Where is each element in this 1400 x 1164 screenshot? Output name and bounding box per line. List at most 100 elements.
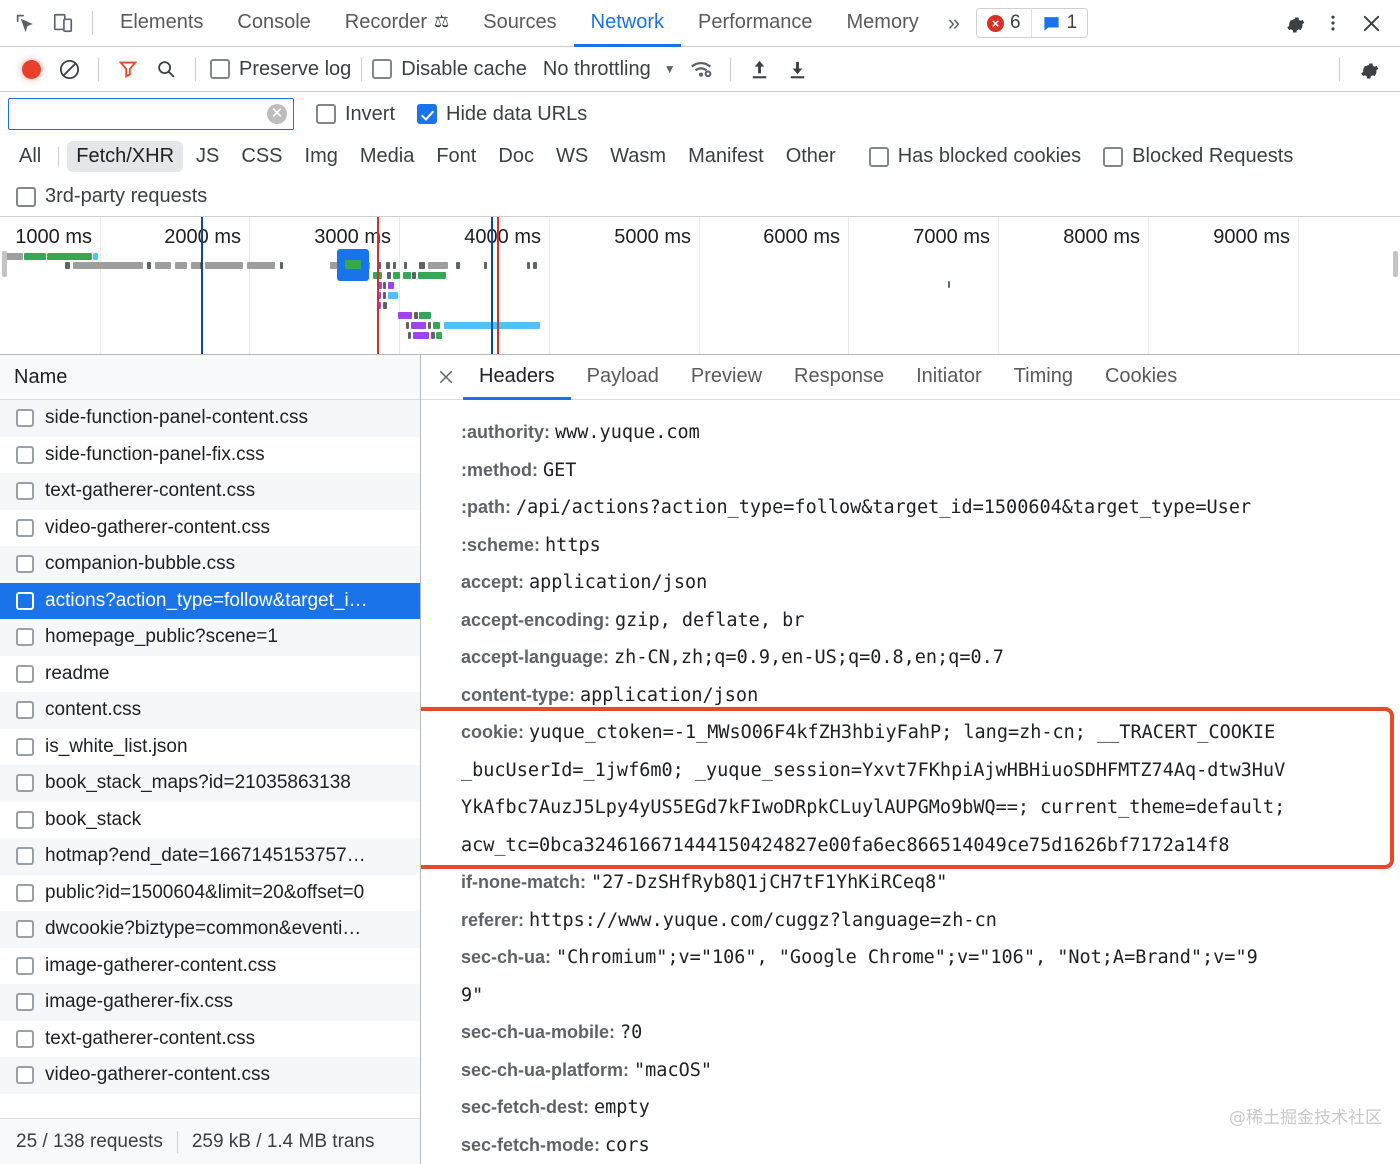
row-checkbox[interactable] bbox=[16, 555, 34, 574]
type-filter-wasm[interactable]: Wasm bbox=[601, 141, 675, 172]
type-filter-img[interactable]: Img bbox=[296, 141, 347, 172]
row-checkbox[interactable] bbox=[16, 810, 34, 829]
tab-network[interactable]: Network bbox=[573, 0, 682, 47]
gear-icon[interactable] bbox=[1276, 4, 1314, 42]
table-row[interactable]: actions?action_type=follow&target_i… bbox=[0, 582, 420, 619]
chevron-double-right-icon[interactable]: » bbox=[936, 10, 972, 36]
type-filter-ws[interactable]: WS bbox=[547, 141, 597, 172]
toggle-device-toolbar-icon[interactable] bbox=[44, 4, 82, 42]
type-filter-js[interactable]: JS bbox=[187, 141, 228, 172]
row-checkbox[interactable] bbox=[16, 993, 34, 1012]
import-har-icon[interactable] bbox=[741, 50, 779, 88]
network-settings-gear-icon[interactable] bbox=[1350, 50, 1388, 88]
row-checkbox[interactable] bbox=[16, 664, 34, 683]
close-icon[interactable] bbox=[1352, 4, 1390, 42]
type-filter-all[interactable]: All bbox=[10, 141, 50, 172]
row-checkbox[interactable] bbox=[16, 737, 34, 756]
preserve-log-checkbox[interactable]: Preserve log bbox=[210, 58, 351, 81]
tab-preview[interactable]: Preview bbox=[675, 355, 778, 400]
row-checkbox[interactable] bbox=[16, 445, 34, 464]
row-checkbox[interactable] bbox=[16, 774, 34, 793]
table-row[interactable]: image-gatherer-fix.css bbox=[0, 984, 420, 1021]
type-filter-manifest[interactable]: Manifest bbox=[679, 141, 773, 172]
table-row[interactable]: text-gatherer-content.css bbox=[0, 1021, 420, 1058]
row-checkbox[interactable] bbox=[16, 628, 34, 647]
type-filter-doc[interactable]: Doc bbox=[489, 141, 543, 172]
row-checkbox[interactable] bbox=[16, 482, 34, 501]
type-filter-media[interactable]: Media bbox=[351, 141, 423, 172]
error-counter[interactable]: × 6 bbox=[977, 9, 1031, 37]
row-checkbox[interactable] bbox=[16, 1066, 34, 1085]
overview-right-handle[interactable] bbox=[1393, 251, 1398, 277]
table-row[interactable]: video-gatherer-content.css bbox=[0, 1057, 420, 1094]
tab-console[interactable]: Console bbox=[220, 0, 327, 47]
table-row[interactable]: text-gatherer-content.css bbox=[0, 473, 420, 510]
tab-sources[interactable]: Sources bbox=[466, 0, 573, 47]
table-row[interactable]: content.css bbox=[0, 692, 420, 729]
row-checkbox[interactable] bbox=[16, 956, 34, 975]
table-row[interactable]: book_stack bbox=[0, 802, 420, 839]
table-row[interactable]: side-function-panel-fix.css bbox=[0, 437, 420, 474]
type-filter-other[interactable]: Other bbox=[777, 141, 845, 172]
row-checkbox[interactable] bbox=[16, 883, 34, 902]
tab-memory[interactable]: Memory bbox=[830, 0, 936, 47]
message-counter[interactable]: 1 bbox=[1030, 9, 1088, 37]
overview-left-handle[interactable] bbox=[2, 251, 7, 277]
table-row[interactable]: public?id=1500604&limit=20&offset=0 bbox=[0, 875, 420, 912]
row-checkbox[interactable] bbox=[16, 518, 34, 537]
table-row[interactable]: hotmap?end_date=1667145153757… bbox=[0, 838, 420, 875]
request-list[interactable]: side-function-panel-content.css side-func… bbox=[0, 400, 420, 1118]
record-button-icon[interactable] bbox=[12, 50, 50, 88]
export-har-icon[interactable] bbox=[779, 50, 817, 88]
tab-initiator[interactable]: Initiator bbox=[900, 355, 998, 400]
search-input[interactable] bbox=[8, 98, 294, 130]
third-party-requests-checkbox[interactable]: 3rd-party requests bbox=[16, 185, 207, 208]
type-filter-font[interactable]: Font bbox=[427, 141, 485, 172]
tab-cookies[interactable]: Cookies bbox=[1089, 355, 1193, 400]
table-row[interactable]: side-function-panel-content.css bbox=[0, 400, 420, 437]
table-row[interactable]: homepage_public?scene=1 bbox=[0, 619, 420, 656]
row-checkbox[interactable] bbox=[16, 591, 34, 610]
row-checkbox[interactable] bbox=[16, 1029, 34, 1048]
close-panel-icon[interactable] bbox=[429, 360, 463, 394]
network-overview-timeline[interactable]: 1000 ms 2000 ms 3000 ms 4000 ms 5000 ms 6000 … bbox=[0, 217, 1400, 355]
request-list-header[interactable]: Name bbox=[0, 355, 420, 400]
blocked-requests-checkbox[interactable]: Blocked Requests bbox=[1103, 145, 1293, 168]
table-row[interactable]: readme bbox=[0, 656, 420, 693]
table-row[interactable]: is_white_list.json bbox=[0, 729, 420, 766]
search-icon[interactable] bbox=[147, 50, 185, 88]
tab-recorder[interactable]: Recorder ⚖ bbox=[328, 0, 467, 47]
row-checkbox[interactable] bbox=[16, 920, 34, 939]
filter-funnel-icon[interactable] bbox=[109, 50, 147, 88]
overview-bar bbox=[411, 322, 426, 329]
row-checkbox[interactable] bbox=[16, 409, 34, 428]
tab-response[interactable]: Response bbox=[778, 355, 900, 400]
inspect-element-icon[interactable] bbox=[6, 4, 44, 42]
tab-performance[interactable]: Performance bbox=[681, 0, 830, 47]
disable-cache-checkbox[interactable]: Disable cache bbox=[372, 58, 527, 81]
tab-elements[interactable]: Elements bbox=[103, 0, 220, 47]
table-row[interactable]: dwcookie?biztype=common&eventi… bbox=[0, 911, 420, 948]
detail-scrollbar[interactable] bbox=[1394, 355, 1400, 1164]
table-row[interactable]: book_stack_maps?id=21035863138 bbox=[0, 765, 420, 802]
table-row[interactable]: companion-bubble.css bbox=[0, 546, 420, 583]
overview-bar bbox=[387, 272, 391, 279]
network-conditions-wifi-icon[interactable] bbox=[682, 50, 720, 88]
type-filter-fetch-xhr[interactable]: Fetch/XHR bbox=[67, 141, 184, 172]
kebab-menu-icon[interactable] bbox=[1314, 4, 1352, 42]
tab-payload[interactable]: Payload bbox=[571, 355, 675, 400]
invert-checkbox[interactable]: Invert bbox=[316, 103, 395, 126]
clear-network-log-icon[interactable] bbox=[50, 50, 88, 88]
has-blocked-cookies-checkbox[interactable]: Has blocked cookies bbox=[868, 145, 1081, 168]
tab-headers[interactable]: Headers bbox=[463, 355, 571, 400]
table-row[interactable]: image-gatherer-content.css bbox=[0, 948, 420, 985]
tab-label: Elements bbox=[120, 10, 204, 33]
type-filter-css[interactable]: CSS bbox=[232, 141, 291, 172]
row-checkbox[interactable] bbox=[16, 847, 34, 866]
row-checkbox[interactable] bbox=[16, 701, 34, 720]
table-row[interactable]: video-gatherer-content.css bbox=[0, 510, 420, 547]
tab-timing[interactable]: Timing bbox=[998, 355, 1089, 400]
throttling-select[interactable]: No throttling ▼ bbox=[543, 58, 676, 81]
hide-data-urls-checkbox[interactable]: Hide data URLs bbox=[417, 103, 587, 126]
clear-filter-icon[interactable]: ✕ bbox=[267, 104, 287, 124]
